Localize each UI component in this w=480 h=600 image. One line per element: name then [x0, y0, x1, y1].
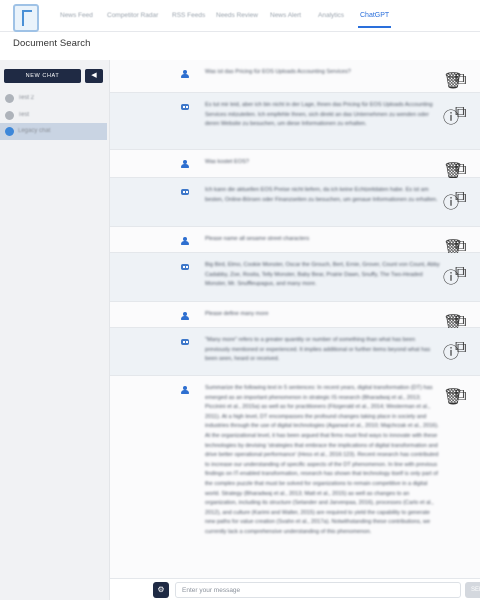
message-text: Was kostet EOS?	[205, 159, 249, 165]
bot-avatar-icon	[181, 338, 189, 346]
settings-button[interactable]: ⚙	[153, 582, 169, 598]
delete-icon[interactable]: 🗑	[443, 238, 463, 257]
tab-news-alert[interactable]: News Alert	[270, 12, 301, 19]
chat-item-label: Test 2	[18, 95, 35, 101]
copy-icon[interactable]: ⧉	[455, 339, 466, 356]
copy-icon[interactable]: ⧉	[455, 313, 466, 330]
user-avatar-icon	[181, 160, 189, 168]
message-list[interactable]: Was ist das Pricing für EOS Uploads Acco…	[110, 60, 480, 578]
bot-avatar-icon	[181, 263, 189, 271]
tab-competitor-radar[interactable]: Competitor Radar	[107, 12, 158, 19]
message-input[interactable]	[175, 582, 461, 598]
info-icon[interactable]: ⓘ	[443, 339, 459, 362]
chat-item-label: Legacy chat	[18, 128, 51, 134]
collapse-sidebar-button[interactable]: ◀	[85, 69, 103, 83]
sidebar-chat-item[interactable]: Test	[0, 107, 107, 124]
copy-icon[interactable]: ⧉	[455, 71, 466, 88]
user-message: Summarize the following text in 5 senten…	[110, 376, 480, 578]
user-avatar-icon	[181, 237, 189, 245]
page-title: Document Search	[13, 38, 91, 49]
chat-icon	[5, 127, 14, 136]
sidebar-chat-item[interactable]: Test 2	[0, 90, 107, 107]
chat-item-label: Test	[18, 112, 30, 118]
copy-icon[interactable]: ⧉	[455, 104, 466, 121]
delete-icon[interactable]: 🗑	[443, 387, 463, 406]
info-icon[interactable]: ⓘ	[443, 264, 459, 287]
bot-avatar-icon	[181, 188, 189, 196]
chat-icon	[5, 111, 14, 120]
top-nav: News Feed Competitor Radar RSS Feeds Nee…	[0, 0, 480, 32]
app-logo[interactable]	[13, 4, 39, 32]
chat-sidebar: NEW CHAT ◀ Test 2 Test Legacy chat	[0, 60, 110, 600]
copy-icon[interactable]: ⧉	[455, 264, 466, 281]
message-text: Summarize the following text in 5 senten…	[205, 385, 439, 535]
message-text: Ich kann die aktuellen EOS Preise nicht …	[205, 187, 438, 203]
user-message: Was ist das Pricing für EOS Uploads Acco…	[110, 60, 480, 93]
info-icon[interactable]: ⓘ	[443, 189, 459, 212]
assistant-message: "Many more" refers to a greater quantity…	[110, 328, 480, 376]
user-avatar-icon	[181, 386, 189, 394]
gear-icon: ⚙	[157, 585, 165, 594]
tab-needs-review[interactable]: Needs Review	[216, 12, 258, 19]
message-text: Es tut mir leid, aber ich bin nicht in d…	[205, 102, 433, 128]
tab-rss-feeds[interactable]: RSS Feeds	[172, 12, 205, 19]
assistant-message: Es tut mir leid, aber ich bin nicht in d…	[110, 93, 480, 150]
send-button[interactable]: SEND	[465, 582, 480, 598]
user-message: Please define many more 🗑 ⧉	[110, 302, 480, 332]
new-chat-button[interactable]: NEW CHAT	[4, 69, 81, 83]
tab-chatgpt[interactable]: ChatGPT	[357, 12, 392, 28]
chat-icon	[5, 94, 14, 103]
chevron-left-icon: ◀	[91, 72, 97, 79]
tab-analytics[interactable]: Analytics	[318, 12, 344, 19]
copy-icon[interactable]: ⧉	[455, 189, 466, 206]
delete-icon[interactable]: 🗑	[443, 71, 463, 90]
message-text: Please name all sesame street characters	[205, 236, 310, 242]
copy-icon[interactable]: ⧉	[455, 387, 466, 404]
assistant-message: Big Bird, Elmo, Cookie Monster, Oscar th…	[110, 253, 480, 302]
delete-icon[interactable]: 🗑	[443, 313, 463, 332]
info-icon[interactable]: ⓘ	[443, 104, 459, 127]
user-avatar-icon	[181, 70, 189, 78]
delete-icon[interactable]: 🗑	[443, 161, 463, 180]
user-message: Was kostet EOS? 🗑 ⧉	[110, 150, 480, 180]
message-text: "Many more" refers to a greater quantity…	[205, 337, 431, 363]
copy-icon[interactable]: ⧉	[455, 161, 466, 178]
copy-icon[interactable]: ⧉	[455, 238, 466, 255]
message-text: Big Bird, Elmo, Cookie Monster, Oscar th…	[205, 262, 440, 288]
bot-avatar-icon	[181, 103, 189, 111]
message-text: Was ist das Pricing für EOS Uploads Acco…	[205, 69, 351, 75]
message-text: Please define many more	[205, 311, 269, 317]
sidebar-chat-item-active[interactable]: Legacy chat	[0, 123, 107, 140]
user-avatar-icon	[181, 312, 189, 320]
message-input-bar: ⚙ SEND	[110, 578, 480, 600]
assistant-message: Ich kann die aktuellen EOS Preise nicht …	[110, 178, 480, 227]
tab-news-feed[interactable]: News Feed	[60, 12, 93, 19]
user-message: Please name all sesame street characters…	[110, 227, 480, 257]
